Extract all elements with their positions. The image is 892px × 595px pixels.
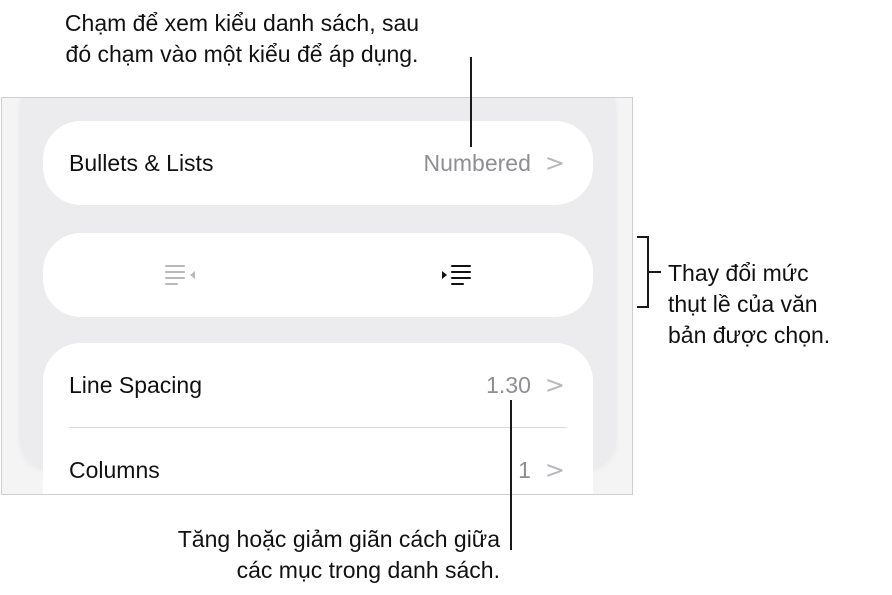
decrease-indent-icon (164, 265, 195, 285)
callout-line: Thay đổi mức (668, 260, 809, 286)
line-spacing-label: Line Spacing (69, 371, 202, 398)
leader-line-top (470, 57, 472, 147)
callout-indent: Thay đổi mức thụt lề của văn bản được ch… (668, 258, 830, 351)
chevron-right-icon: > (544, 371, 565, 399)
chevron-right-icon: > (544, 456, 565, 484)
callout-line: bản được chọn. (668, 322, 831, 348)
bullets-lists-label: Bullets & Lists (69, 149, 214, 176)
bullets-lists-value: Numbered (423, 149, 531, 176)
format-popover: Bullets & Lists Numbered > Line Spacing … (20, 98, 616, 494)
callout-line: Tăng hoặc giảm giãn cách giữa (177, 526, 500, 552)
screenshot-frame: Bullets & Lists Numbered > Line Spacing … (1, 97, 633, 495)
increase-indent-button[interactable] (318, 233, 593, 317)
bracket-pointer (647, 271, 661, 273)
callout-bullets-lists: Chạm để xem kiểu danh sách, sau đó chạm … (12, 8, 472, 70)
line-spacing-value: 1.30 (486, 371, 531, 398)
columns-label: Columns (69, 456, 160, 483)
leader-line-bottom (510, 400, 512, 550)
bracket-bottom (637, 306, 649, 308)
increase-indent-icon (441, 265, 471, 285)
callout-line: đó chạm vào một kiểu để áp dụng. (65, 41, 419, 67)
bullets-lists-row[interactable]: Bullets & Lists Numbered > (43, 121, 593, 205)
callout-line: Chạm để xem kiểu danh sách, sau (64, 10, 420, 36)
chevron-right-icon: > (544, 149, 565, 177)
indent-card (43, 233, 593, 317)
callout-line-spacing: Tăng hoặc giảm giãn cách giữa các mục tr… (20, 524, 500, 586)
decrease-indent-button[interactable] (43, 233, 318, 317)
callout-line: thụt lề của văn (668, 291, 818, 317)
bullets-lists-card: Bullets & Lists Numbered > (43, 121, 593, 205)
callout-line: các mục trong danh sách. (236, 557, 500, 583)
columns-value: 1 (518, 456, 531, 483)
